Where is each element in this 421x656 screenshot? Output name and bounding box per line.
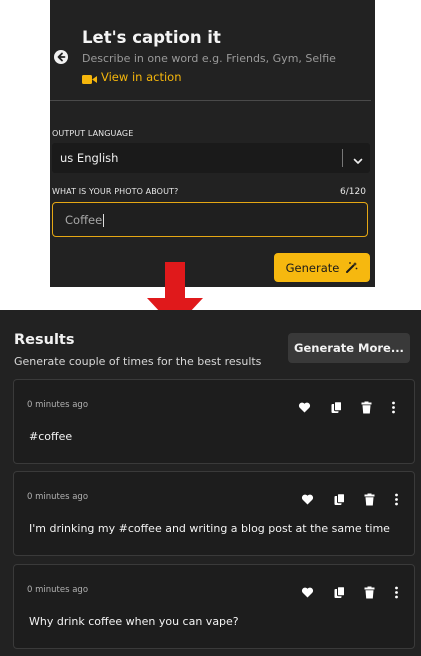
chevron-down-icon[interactable] [352,152,364,164]
more-vertical-icon[interactable] [390,491,403,506]
view-in-action-link[interactable]: View in action [82,70,181,84]
caption-form-panel: Let's caption it Describe in one word e.… [50,0,375,287]
page-description: Describe in one word e.g. Friends, Gym, … [82,52,336,65]
heart-icon[interactable] [298,399,311,413]
results-subtitle: Generate couple of times for the best re… [14,355,262,368]
magic-wand-icon [345,261,358,274]
back-arrow-icon[interactable] [54,50,68,64]
character-count: 6/120 [340,187,366,197]
generate-more-button[interactable]: Generate More... [288,333,410,363]
output-language-select[interactable]: us English [52,143,370,173]
more-vertical-icon[interactable] [390,584,403,599]
generate-button[interactable]: Generate [274,253,370,282]
trash-icon[interactable] [363,491,376,506]
result-timestamp: 0 minutes ago [27,585,89,595]
output-language-label: OUTPUT LANGUAGE [52,129,134,138]
results-title: Results [14,332,75,348]
copy-icon[interactable] [333,491,346,505]
result-card: 0 minutes ago Why drink coffee when you … [13,564,415,649]
result-card: 0 minutes ago I'm drinking my #coffee an… [13,471,415,556]
copy-icon[interactable] [330,399,343,413]
divider [50,100,371,101]
copy-icon[interactable] [333,584,346,598]
result-timestamp: 0 minutes ago [27,492,89,502]
result-caption: Why drink coffee when you can vape? [29,615,239,628]
photo-topic-value: Coffee [65,213,105,227]
output-language-value: us English [60,151,119,165]
select-separator [342,149,343,167]
view-in-action-label: View in action [101,70,182,84]
result-card: 0 minutes ago #coffee [13,379,415,464]
more-vertical-icon[interactable] [387,399,400,414]
generate-label: Generate [285,260,340,275]
trash-icon[interactable] [363,584,376,599]
heart-icon[interactable] [301,491,314,505]
result-caption: #coffee [29,430,73,443]
video-icon [82,73,97,84]
results-panel: Results Generate couple of times for the… [0,310,421,656]
trash-icon[interactable] [360,399,373,414]
photo-topic-label: WHAT IS YOUR PHOTO ABOUT? [52,187,179,196]
heart-icon[interactable] [301,584,314,598]
page-title: Let's caption it [82,28,221,47]
photo-topic-input[interactable]: Coffee [52,202,368,237]
result-timestamp: 0 minutes ago [27,400,89,410]
result-caption: I'm drinking my #coffee and writing a bl… [29,522,390,535]
